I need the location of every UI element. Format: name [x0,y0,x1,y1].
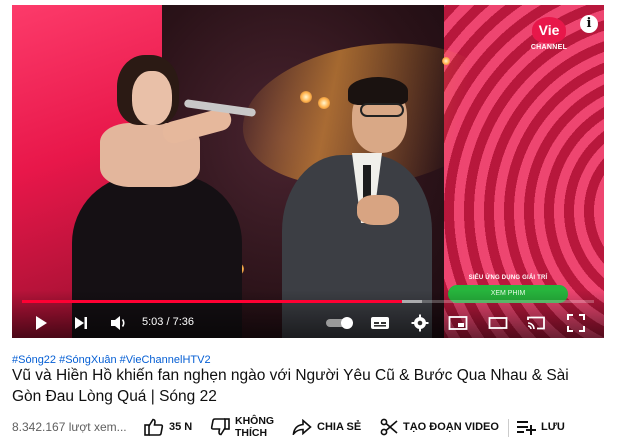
progress-bar[interactable] [22,300,594,303]
action-divider [508,419,509,437]
thumbs-up-icon [144,418,164,436]
dislike-button[interactable]: KHÔNG THÍCH [210,412,274,442]
subtitles-icon[interactable] [368,312,392,334]
cast-icon[interactable] [524,312,548,334]
save-button[interactable]: LƯU [516,412,565,442]
autoplay-toggle[interactable] [324,312,356,334]
clip-button[interactable]: TẠO ĐOẠN VIDEO [380,412,499,442]
player-controls: 5:03 / 7:36 [12,290,604,338]
thumbs-down-icon [210,418,230,436]
info-icon[interactable]: i [580,15,598,33]
like-button[interactable]: 35 N [144,412,192,442]
share-icon [292,419,312,435]
video-title: Vũ và Hiền Hồ khiến fan nghẹn ngào với N… [12,367,569,405]
playlist-add-icon [517,421,536,435]
play-icon[interactable] [30,312,52,334]
channel-logo: Vie CHANNEL [530,17,568,57]
promo-text: SIÊU ỨNG DỤNG GIẢI TRÍ [468,275,548,281]
time-separator: / [163,316,173,328]
next-icon[interactable] [70,312,92,334]
volume-icon[interactable] [108,312,130,334]
view-count[interactable]: 8.342.167 lượt xem... [12,420,127,434]
share-button[interactable]: CHIA SẺ [292,412,361,442]
logo-subtext: CHANNEL [530,44,568,51]
progress-played [22,300,402,303]
current-time: 5:03 [142,316,164,328]
theater-icon[interactable] [486,312,510,334]
duration: 7:36 [172,316,195,328]
dislike-label: KHÔNG THÍCH [235,415,274,439]
miniplayer-icon[interactable] [446,312,470,334]
settings-icon[interactable] [408,312,432,334]
time-display: 5:03 / 7:36 [142,316,194,328]
share-label: CHIA SẺ [317,421,362,433]
dislike-line1: KHÔNG [235,415,275,427]
logo-text: Vie [532,17,566,43]
video-player[interactable]: Vie CHANNEL i SIÊU ỨNG DỤNG GIẢI TRÍ XEM… [12,5,604,338]
scissors-icon [380,418,398,436]
like-count: 35 N [169,421,193,433]
clip-label: TẠO ĐOẠN VIDEO [403,421,499,433]
dislike-line2: THÍCH [235,427,268,439]
fullscreen-icon[interactable] [564,312,588,334]
save-label: LƯU [541,421,565,433]
